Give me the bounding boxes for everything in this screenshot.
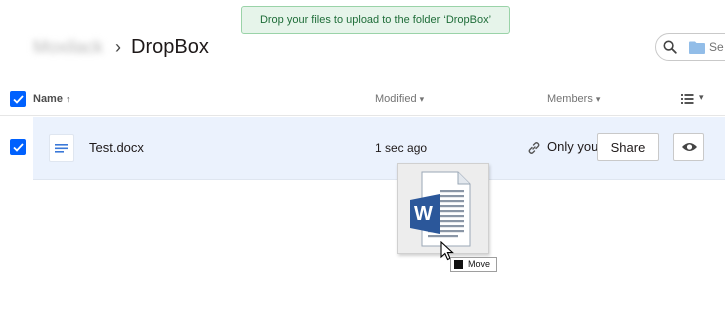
page-title: DropBox xyxy=(131,36,209,58)
eye-icon xyxy=(682,143,697,151)
row-checkbox[interactable] xyxy=(10,139,26,155)
document-icon xyxy=(49,134,74,162)
search-box[interactable] xyxy=(655,33,725,61)
search-input[interactable] xyxy=(709,38,725,56)
column-header-name-label: Name xyxy=(33,93,63,105)
list-view-icon xyxy=(681,94,694,104)
column-header-members[interactable]: Members ▾ xyxy=(547,92,600,106)
column-header-name[interactable]: Name ↑ xyxy=(33,92,70,106)
move-icon xyxy=(454,260,463,269)
search-icon xyxy=(663,40,677,54)
column-header-modified[interactable]: Modified ▾ xyxy=(375,92,424,106)
breadcrumb-separator: › xyxy=(115,37,121,57)
column-header-members-label: Members xyxy=(547,93,593,105)
column-header-modified-label: Modified xyxy=(375,93,417,105)
chevron-down-icon: ▾ xyxy=(419,94,425,104)
preview-button[interactable] xyxy=(673,133,704,161)
row-divider xyxy=(33,179,725,180)
file-modified: 1 sec ago xyxy=(375,141,428,155)
sort-ascending-icon: ↑ xyxy=(65,94,71,104)
move-tooltip-label: Move xyxy=(468,259,491,269)
folder-icon xyxy=(689,41,705,54)
word-file-icon xyxy=(410,171,471,247)
file-name[interactable]: Test.docx xyxy=(89,140,144,156)
breadcrumb-parent-link[interactable]: Moxilack xyxy=(33,36,111,58)
drop-upload-message: Drop your files to upload to the folder … xyxy=(259,14,492,26)
drop-upload-banner: Drop your files to upload to the folder … xyxy=(241,6,510,34)
chevron-down-icon: ▾ xyxy=(699,92,704,102)
move-tooltip: Move xyxy=(450,257,497,272)
select-all-checkbox[interactable] xyxy=(10,91,26,107)
file-members: Only you xyxy=(547,139,599,154)
link-icon xyxy=(528,142,540,154)
checkmark-icon xyxy=(12,142,24,152)
header-divider xyxy=(0,115,725,116)
share-button[interactable]: Share xyxy=(597,133,659,161)
document-lines-icon xyxy=(55,144,68,153)
chevron-down-icon: ▾ xyxy=(595,94,601,104)
view-options-button[interactable]: ▾ xyxy=(681,92,709,106)
checkmark-icon xyxy=(12,94,24,104)
word-letter: W xyxy=(414,203,433,225)
